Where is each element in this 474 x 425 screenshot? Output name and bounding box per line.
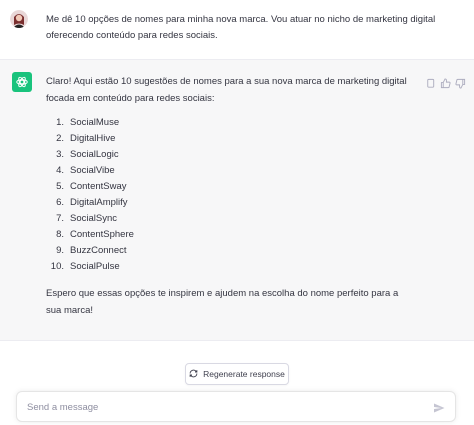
chatgpt-logo-icon — [12, 72, 32, 92]
regenerate-label: Regenerate response — [203, 369, 285, 379]
user-message: Me dê 10 opções de nomes para minha nova… — [0, 0, 474, 60]
list-item: 8. ContentSphere — [56, 229, 134, 240]
list-item: 6. DigitalAmplify — [56, 197, 128, 208]
thumbs-down-icon[interactable] — [455, 76, 466, 89]
message-composer — [16, 391, 456, 422]
user-message-text: Me dê 10 opções de nomes para minha nova… — [46, 14, 436, 41]
message-actions — [425, 76, 466, 89]
copy-icon[interactable] — [425, 76, 436, 88]
list-item: 1. SocialMuse — [56, 117, 120, 128]
refresh-icon — [189, 369, 198, 380]
user-avatar — [10, 10, 28, 28]
thumbs-up-icon[interactable] — [440, 76, 451, 89]
list-item: 3. SocialLogic — [56, 149, 119, 160]
assistant-message: Claro! Aqui estão 10 sugestões de nomes … — [0, 60, 474, 341]
name-suggestion-list: 1. SocialMuse 2. DigitalHive 3. SocialLogic… — [46, 115, 416, 275]
list-item: 5. ContentSway — [56, 181, 127, 192]
assistant-intro: Claro! Aqui estão 10 sugestões de nomes … — [46, 76, 407, 104]
message-input[interactable] — [27, 399, 417, 415]
send-icon[interactable] — [433, 401, 445, 413]
list-item: 2. DigitalHive — [56, 133, 116, 144]
assistant-message-text: Claro! Aqui estão 10 sugestões de nomes … — [46, 73, 416, 319]
list-item: 4. SocialVibe — [56, 165, 115, 176]
regenerate-response-button[interactable]: Regenerate response — [185, 363, 289, 385]
list-item: 10. SocialPulse — [50, 261, 120, 272]
list-item: 7. SocialSync — [56, 213, 117, 224]
list-item: 9. BuzzConnect — [56, 245, 127, 256]
assistant-outro: Espero que essas opções te inspirem e aj… — [46, 288, 399, 316]
